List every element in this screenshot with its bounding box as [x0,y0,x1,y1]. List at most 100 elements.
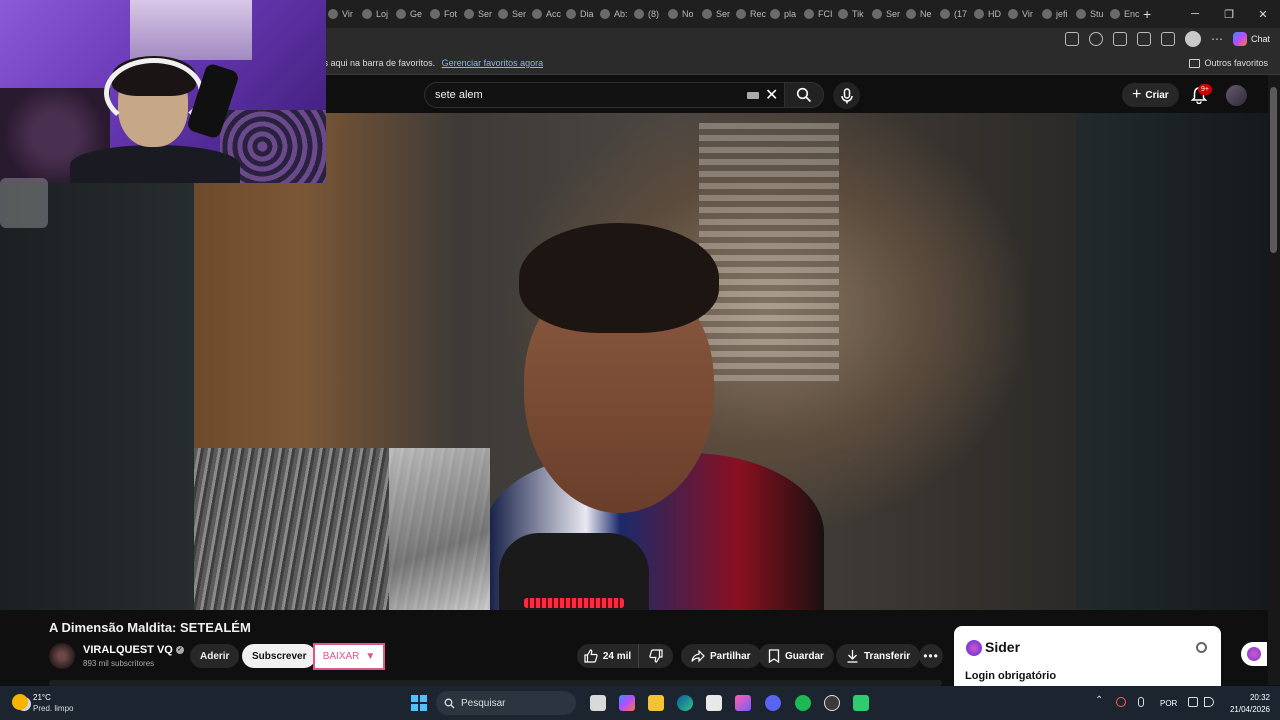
other-favorites-button[interactable]: Outros favoritos [1189,58,1268,68]
sider-login-text: Login obrigatório [965,670,1057,682]
app-icon[interactable] [853,695,869,711]
browser-tab[interactable]: jefi [1042,4,1074,24]
favorites-icon[interactable] [1160,32,1175,46]
browser-tab[interactable]: pla [770,4,802,24]
share-button[interactable]: Partilhar [681,644,761,668]
tab-title: HD [988,9,1001,19]
browser-tab[interactable]: Ser [702,4,734,24]
browser-tab[interactable]: Stu [1076,4,1108,24]
profile-avatar[interactable] [1184,31,1201,47]
close-window-button[interactable]: ✕ [1246,0,1280,28]
toolbar-icons: ⋯ Chat [1064,31,1270,47]
input-language[interactable]: POR [1160,699,1177,708]
video-inset-photo [194,448,490,610]
create-button[interactable]: + Criar [1122,83,1179,107]
browser-tab[interactable]: Ser [872,4,904,24]
browser-tab[interactable]: Ser [498,4,530,24]
microphone-tray-icon[interactable] [1138,697,1144,707]
manage-favorites-link[interactable]: Gerenciar favoritos agora [442,58,544,68]
extensions-icon[interactable] [1112,32,1127,46]
sider-settings-icon[interactable] [1196,642,1207,653]
clock-time[interactable]: 20:32 [1236,693,1270,702]
download-icon [847,650,858,663]
discord-icon[interactable] [765,695,781,711]
more-menu-icon[interactable]: ⋯ [1211,32,1223,46]
clear-search-icon[interactable]: ✕ [765,85,778,105]
favorite-star-icon[interactable] [1088,32,1103,46]
taskbar-search[interactable]: Pesquisar [436,691,576,715]
sider-float-button[interactable] [1241,642,1267,666]
spotify-icon[interactable] [795,695,811,711]
browser-tab[interactable]: Ne [906,4,938,24]
browser-tab[interactable]: Ser [464,4,496,24]
browser-tab[interactable]: Ge [396,4,428,24]
save-label: Guardar [785,650,824,662]
channel-avatar[interactable] [49,643,75,669]
search-input[interactable]: sete alem ✕ [424,82,784,108]
browser-tab[interactable]: FCI [804,4,836,24]
maximize-button[interactable]: ❐ [1212,0,1246,28]
page-scrollbar[interactable] [1268,75,1280,685]
video-player[interactable] [194,113,1076,610]
thumbs-up-icon [584,649,598,663]
browser-tab[interactable]: Rec [736,4,768,24]
browser-tab[interactable]: HD [974,4,1006,24]
split-screen-icon[interactable] [1064,32,1079,46]
minimize-button[interactable]: ─ [1178,0,1212,28]
scrollbar-thumb[interactable] [1270,87,1277,253]
browser-tab[interactable]: Ab: [600,4,632,24]
account-avatar[interactable] [1226,85,1247,106]
volume-icon[interactable] [1204,697,1214,707]
task-view-icon[interactable] [590,695,606,711]
download-extension-button[interactable]: BAIXAR ▼ [313,643,385,670]
verified-icon: ✓ [175,646,184,654]
network-icon[interactable] [1188,697,1198,707]
tab-favicon-icon [1076,9,1086,19]
browser-tab[interactable]: Acc [532,4,564,24]
overlay-button[interactable] [0,178,48,228]
browser-tab[interactable]: Dia [566,4,598,24]
more-actions-button[interactable]: ••• [919,644,943,668]
tab-favicon-icon [906,9,916,19]
video-person-hair [519,223,719,333]
copilot-app-icon[interactable] [619,695,635,711]
browser-essentials-icon[interactable] [1136,32,1151,46]
weather-icon[interactable] [12,694,28,710]
copilot-button[interactable]: Chat [1232,32,1270,46]
browser-tab[interactable]: Tik [838,4,870,24]
new-tab-button[interactable]: + [1143,4,1151,24]
browser-tab[interactable]: (8) [634,4,666,24]
save-button[interactable]: Guardar [758,644,834,668]
tab-favicon-icon [498,9,508,19]
browser-tab[interactable]: (17 [940,4,972,24]
start-button[interactable] [411,695,427,711]
microsoft-store-icon[interactable] [706,695,722,711]
browser-tab[interactable]: No [668,4,700,24]
tray-app-icon[interactable] [1116,697,1126,707]
tray-overflow-icon[interactable]: ⌃ [1095,695,1103,706]
voice-search-button[interactable] [833,82,860,109]
photos-app-icon[interactable] [735,695,751,711]
dislike-button[interactable] [639,644,673,668]
tab-favicon-icon [736,9,746,19]
browser-tab[interactable]: Fot [430,4,462,24]
browser-tab[interactable]: Vir [1008,4,1040,24]
join-button[interactable]: Aderir [190,644,240,668]
search-button[interactable] [784,82,824,108]
clock-date[interactable]: 21/04/2026 [1224,705,1270,714]
keyboard-icon[interactable] [747,92,759,99]
browser-tab[interactable]: Vir [328,4,360,24]
edge-browser-icon[interactable] [677,695,693,711]
browser-tab[interactable]: Enc [1110,4,1142,24]
tab-title: Ab: [614,9,628,19]
file-explorer-icon[interactable] [648,695,664,711]
subscribe-button[interactable]: Subscrever [242,644,317,668]
like-button[interactable]: 24 mil [577,644,639,668]
tab-title: Ser [716,9,731,19]
steam-icon[interactable] [824,695,840,711]
download-button[interactable]: Transferir [836,644,921,668]
browser-tab[interactable]: Loj [362,4,394,24]
copilot-label: Chat [1250,34,1270,44]
channel-name[interactable]: VIRALQUEST VQ ✓ [83,644,184,656]
windows-taskbar: 21°C Pred. limpo Pesquisar ⌃ POR 20:32 2… [0,686,1280,720]
